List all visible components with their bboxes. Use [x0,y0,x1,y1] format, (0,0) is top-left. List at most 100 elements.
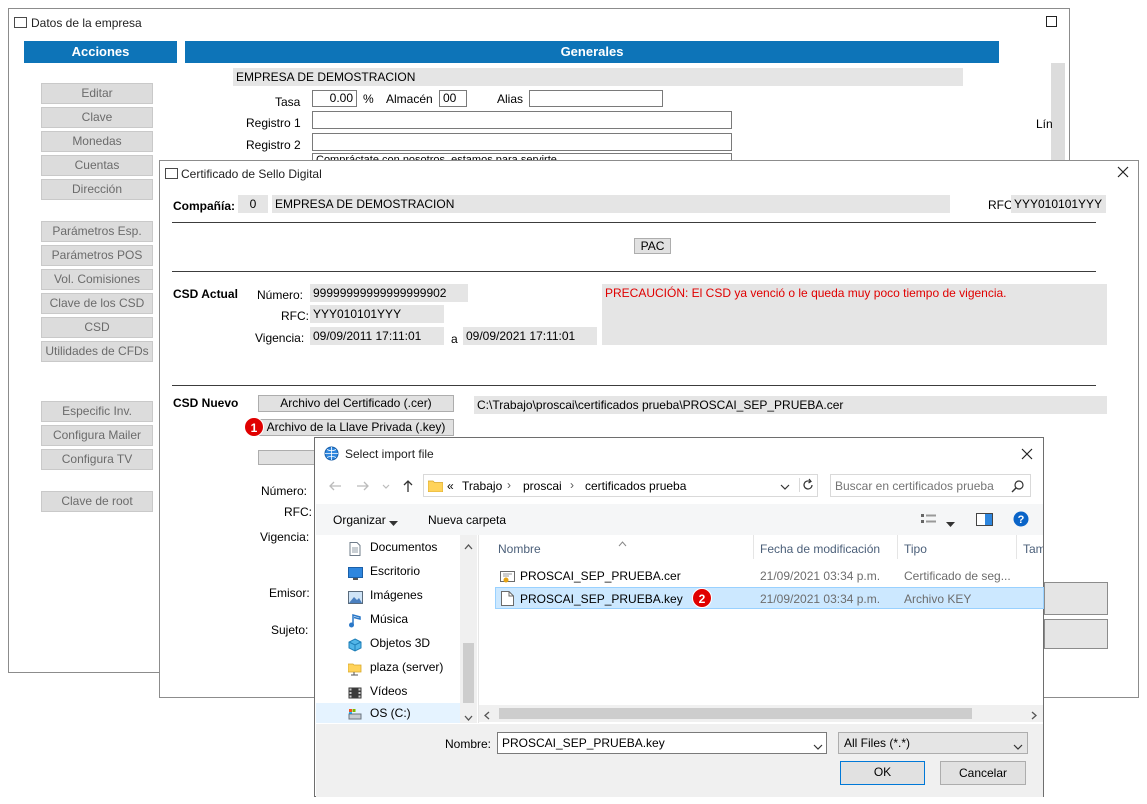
address-bar[interactable]: « Trabajo › proscai › certificados prueb… [423,474,818,497]
cuentas-button[interactable]: Cuentas [41,155,153,176]
nav-label: OS (C:) [370,706,411,720]
direccion-button[interactable]: Dirección [41,179,153,200]
scroll-thumb[interactable] [499,708,972,719]
configura-mailer-button[interactable]: Configura Mailer [41,425,153,446]
back-icon[interactable] [327,478,343,494]
help-icon[interactable]: ? [1013,511,1029,527]
view-chevron-icon[interactable] [946,517,955,527]
horizontal-scrollbar[interactable] [479,705,1043,722]
navigation-pane[interactable]: Documentos Escritorio Imágenes Música Ob… [316,535,478,723]
configura-tv-button[interactable]: Configura TV [41,449,153,470]
close-icon[interactable] [1019,446,1035,462]
refresh-icon[interactable] [799,478,813,492]
nav-item-documentos[interactable]: Documentos [316,535,476,559]
up-folder-icon[interactable] [400,478,416,494]
column-header-tipo[interactable]: Tipo [898,535,1017,559]
nombre-label: Nombre: [445,737,492,751]
filename-input[interactable]: PROSCAI_SEP_PRUEBA.key [502,736,665,750]
cert-file-button[interactable]: Archivo del Certificado (.cer) [258,395,454,412]
registro1-input[interactable] [312,111,732,129]
editar-button[interactable]: Editar [41,83,153,104]
chevron-down-icon[interactable] [1013,740,1023,754]
generales-header: Generales [185,41,999,63]
parametros-pos-button[interactable]: Parámetros POS [41,245,153,266]
csd-nuevo-label: CSD Nuevo [173,396,239,410]
search-icon[interactable] [1011,479,1025,493]
nav-item-os-c[interactable]: OS (C:) [316,703,476,723]
numero2-label: Número: [261,484,308,498]
filetype-select[interactable]: All Files (*.*) [838,732,1028,754]
chevron-right-icon[interactable] [1031,709,1037,723]
nav-item-musica[interactable]: Música [316,607,476,631]
sort-up-icon [618,536,627,550]
column-header-nombre[interactable]: Nombre [479,535,754,559]
chevron-down-icon[interactable] [464,710,473,724]
nav-item-objetos-3d[interactable]: Objetos 3D [316,631,476,655]
file-row-selected[interactable]: PROSCAI_SEP_PRUEBA.key 21/09/2021 03:34 … [495,587,1044,609]
column-header-tamano[interactable]: Tam [1017,535,1043,559]
almacen-input[interactable]: 00 [439,90,467,107]
especific-inv-button[interactable]: Especific Inv. [41,401,153,422]
nueva-carpeta-button[interactable]: Nueva carpeta [428,513,506,527]
rfc2-label: RFC: [281,309,309,323]
clave-button[interactable]: Clave [41,107,153,128]
vigencia-from: 09/09/2011 17:11:01 [310,327,444,345]
vertical-scrollbar[interactable] [1051,63,1065,163]
desktop-icon [348,564,363,580]
column-header-fecha[interactable]: Fecha de modificación [754,535,898,559]
csd-button[interactable]: CSD [41,317,153,338]
blank-button[interactable] [258,450,316,465]
nav-item-imagenes[interactable]: Imágenes [316,583,476,607]
search-input[interactable] [833,477,1003,494]
pac-button[interactable]: PAC [634,238,671,254]
maximize-icon[interactable] [1046,16,1057,27]
clave-root-button[interactable]: Clave de root [41,491,153,512]
close-icon[interactable] [1115,164,1131,180]
monedas-button[interactable]: Monedas [41,131,153,152]
filename-combobox[interactable]: PROSCAI_SEP_PRUEBA.key [497,732,827,754]
vol-comisiones-button[interactable]: Vol. Comisiones [41,269,153,290]
registro2-input[interactable] [312,133,732,151]
breadcrumb-trabajo[interactable]: Trabajo [462,479,502,493]
preview-pane-icon[interactable] [976,513,993,526]
nav-label: Escritorio [370,564,421,578]
nav-item-videos[interactable]: Vídeos [316,679,476,703]
chevron-down-icon[interactable] [813,740,823,754]
address-dropdown-icon[interactable] [780,481,790,491]
tasa-input[interactable]: 0.00 [312,90,357,107]
tasa-label: Tasa [275,95,301,109]
nav-label: Documentos [370,540,438,554]
key-file-button[interactable]: Archivo de la Llave Privada (.key) [258,419,454,436]
breadcrumb-certificados[interactable]: certificados prueba [585,479,686,493]
organizar-button[interactable]: Organizar [333,513,386,527]
rfc-label: RFC [988,198,1013,212]
emisor-label: Emisor: [269,586,310,600]
cancel-button[interactable]: Cancelar [940,761,1026,785]
chevron-right-icon: › [507,478,511,492]
compania-number: 0 [238,195,268,213]
step-2-badge: 2 [692,588,712,608]
breadcrumb-overflow[interactable]: « [447,479,454,493]
cert-path: C:\Trabajo\proscai\certificados prueba\P… [474,396,1107,414]
clave-csd-button[interactable]: Clave de los CSD [41,293,153,314]
acciones-header: Acciones [24,41,177,63]
organizar-chevron-icon [389,516,398,526]
utilidades-cfds-button[interactable]: Utilidades de CFDs [41,341,153,362]
chevron-up-icon[interactable] [464,539,473,553]
file-row[interactable]: PROSCAI_SEP_PRUEBA.cer 21/09/2021 03:34 … [495,565,1044,587]
alias-input[interactable] [529,90,663,107]
history-chevron-icon[interactable] [381,481,391,491]
search-box[interactable] [830,474,1031,497]
file-type: Archivo KEY [904,592,972,606]
nav-item-escritorio[interactable]: Escritorio [316,559,476,583]
chevron-left-icon[interactable] [484,709,490,723]
nav-scrollbar[interactable] [460,535,477,723]
breadcrumb-proscai[interactable]: proscai [523,479,562,493]
nav-item-plaza-server[interactable]: plaza (server) [316,655,476,679]
parametros-esp-button[interactable]: Parámetros Esp. [41,221,153,242]
view-options-icon[interactable] [921,513,939,525]
ok-button[interactable]: OK [840,761,925,785]
scroll-thumb[interactable] [463,643,474,703]
forward-icon[interactable] [355,478,371,494]
nav-label: plaza (server) [370,660,444,674]
